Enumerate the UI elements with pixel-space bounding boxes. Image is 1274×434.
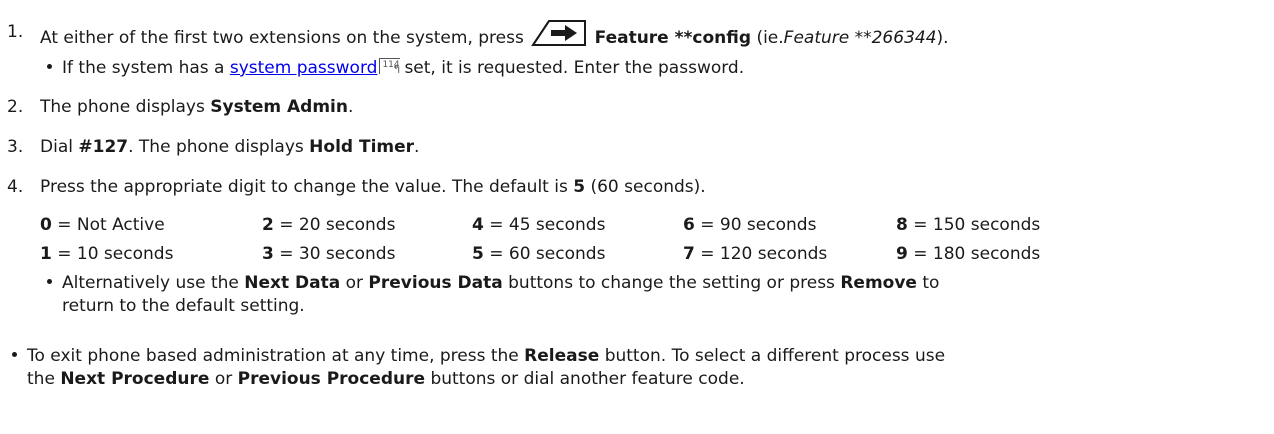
step-2-intro: The phone displays <box>40 97 205 117</box>
note-exit-administration: To exit phone based administration at an… <box>12 345 945 367</box>
step-1-text: At either of the first two extensions on… <box>40 20 949 55</box>
note-alternative-buttons: Alternatively use the Next Data or Previ… <box>47 272 939 294</box>
note-4-text-a: Alternatively use the <box>62 273 239 293</box>
note-4-line-2: return to the default setting. <box>62 296 305 316</box>
step-2-text: The phone displays System Admin. <box>40 96 353 118</box>
option-8: 8 = 150 seconds <box>896 215 1041 235</box>
step-4-text-b: (60 seconds). <box>590 177 706 197</box>
option-2: 2 = 20 seconds <box>262 215 396 235</box>
previous-procedure-label: Previous Procedure <box>237 369 426 389</box>
exit-note-line-2-a: the <box>27 369 55 389</box>
option-0: 0 = Not Active <box>40 215 165 235</box>
bullet-icon <box>47 63 52 69</box>
exit-note-line-2-b: buttons or dial another feature code. <box>430 369 745 389</box>
feature-code-example: Feature **266344 <box>783 28 937 48</box>
previous-data-label: Previous Data <box>368 273 503 293</box>
next-procedure-label: Next Procedure <box>60 369 210 389</box>
option-4: 4 = 45 seconds <box>472 215 606 235</box>
step-3-end: . <box>414 137 420 157</box>
step-1-paren-close: ). <box>936 28 949 48</box>
step-1-intro: At either of the first two extensions on… <box>40 28 524 48</box>
option-9: 9 = 180 seconds <box>896 244 1041 264</box>
note-1-text-b: set, it is requested. Enter the password… <box>404 58 745 78</box>
note-4-text-b: buttons to change the setting or press <box>508 273 835 293</box>
note-4-or: or <box>345 273 364 293</box>
step-1-paren-open: (ie. <box>756 28 784 48</box>
exit-note-or: or <box>214 369 233 389</box>
step-3-text: Dial #127. The phone displays Hold Timer… <box>40 136 419 158</box>
step-2-number: 2. <box>7 97 24 117</box>
remove-label: Remove <box>840 273 917 293</box>
note-4-text-c: to <box>922 273 940 293</box>
default-value: 5 <box>573 177 586 197</box>
step-4-intro: Press the appropriate digit to change th… <box>40 177 568 197</box>
feature-config-label: Feature **config <box>594 28 752 48</box>
option-7: 7 = 120 seconds <box>683 244 828 264</box>
page-reference-icon[interactable]: 114 ↰ <box>379 58 401 75</box>
step-4-number: 4. <box>7 177 24 197</box>
hold-timer-display: Hold Timer <box>309 137 415 157</box>
feature-button-icon <box>529 15 589 49</box>
exit-note-text-b: button. To select a different process us… <box>604 346 946 366</box>
step-1-number: 1. <box>7 22 24 42</box>
exit-note-line-2: the Next Procedure or Previous Procedure… <box>27 368 745 390</box>
option-6: 6 = 90 seconds <box>683 215 817 235</box>
note-1-text-a: If the system has a <box>62 58 225 78</box>
step-3-number: 3. <box>7 137 24 157</box>
release-label: Release <box>524 346 600 366</box>
exit-note-text-a: To exit phone based administration at an… <box>27 346 519 366</box>
step-4-text: Press the appropriate digit to change th… <box>40 176 706 198</box>
next-data-label: Next Data <box>244 273 341 293</box>
step-3-intro: Dial <box>40 137 73 157</box>
option-5: 5 = 60 seconds <box>472 244 606 264</box>
bullet-icon <box>47 278 52 284</box>
step-2-end: . <box>347 97 354 117</box>
system-password-link[interactable]: system password <box>230 58 378 78</box>
option-1: 1 = 10 seconds <box>40 244 174 264</box>
system-admin-display: System Admin <box>210 97 348 117</box>
option-3: 3 = 30 seconds <box>262 244 396 264</box>
note-system-password: If the system has a system password 114 ↰ s… <box>47 57 744 79</box>
document: 1. At either of the first two extensions… <box>0 0 1274 434</box>
hold-timer-code: #127 <box>78 137 129 157</box>
bullet-icon <box>12 351 17 357</box>
step-3-text-b: . The phone displays <box>128 137 304 157</box>
